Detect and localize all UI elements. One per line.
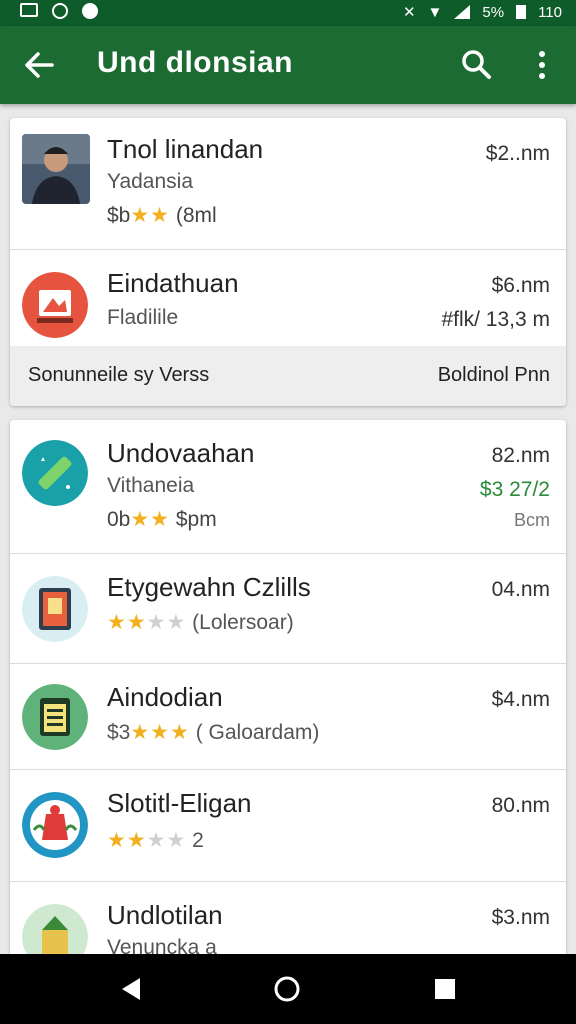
item-name: Undovaahan — [107, 438, 255, 468]
app-logo-icon — [22, 576, 88, 642]
star-rating-icon: ★★★★ — [107, 611, 187, 634]
back-nav-icon[interactable] — [116, 974, 146, 1004]
list-item[interactable]: Aindodian $3★★★ ( Galoardam) $4.nm — [10, 664, 566, 770]
results-list-card: Undovaahan Vithaneia 0b★★ $pm 82.nm $3 2… — [10, 420, 566, 954]
wifi-icon: ▼ — [427, 3, 443, 21]
app-bar: Und dlonsian — [0, 26, 576, 104]
list-item[interactable]: Undlotilan Venuncka a $3.nm — [10, 882, 566, 954]
list-item[interactable]: Eindathuan Fladilile $6.nm #flk/ 13,3 m — [10, 250, 566, 346]
item-rating: ★★★★ 2 — [107, 829, 204, 852]
list-item[interactable]: Slotitl-Eligan ★★★★ 2 80.nm — [10, 770, 566, 882]
item-rating: 0b★★ $pm — [107, 508, 217, 531]
status-time: 110 — [538, 3, 562, 21]
status-bar: ✕ ▼ 5% 110 — [0, 0, 576, 26]
item-name: Slotitl-Eligan — [107, 788, 252, 818]
item-rating: $b★★ (8ml — [107, 204, 217, 227]
item-price: $6.nm — [491, 274, 550, 297]
item-name: Aindodian — [107, 682, 223, 712]
sponsor-bar[interactable]: Sonunneile sy Verss Boldinol Pnn — [10, 346, 566, 406]
notification-icon — [52, 3, 68, 19]
page-title: Und dlonsian — [97, 46, 293, 79]
star-rating-icon: ★★ — [130, 204, 171, 227]
star-rating-icon: ★★★ — [130, 721, 190, 744]
back-arrow-icon[interactable] — [22, 48, 56, 82]
item-price: $4.nm — [491, 688, 550, 711]
item-subtitle: Yadansia — [107, 170, 194, 193]
item-subtitle: Vithaneia — [107, 474, 195, 497]
item-price: $3.nm — [491, 906, 550, 929]
item-price-detail: #flk/ 13,3 m — [441, 308, 550, 331]
list-item[interactable]: Undovaahan Vithaneia 0b★★ $pm 82.nm $3 2… — [10, 420, 566, 554]
app-logo-icon — [22, 904, 88, 954]
item-price: 04.nm — [491, 578, 550, 601]
status-icons-left — [20, 3, 98, 19]
item-price: $2..nm — [485, 142, 550, 165]
profile-photo — [22, 134, 90, 204]
item-rating: $3★★★ ( Galoardam) — [107, 721, 320, 744]
app-logo-icon — [22, 792, 88, 858]
item-name: Tnol linandan — [107, 134, 264, 164]
item-name: Eindathuan — [107, 268, 239, 298]
battery-icon — [516, 5, 527, 19]
list-item[interactable]: Etygewahn Czlills ★★★★ (Lolersoar) 04.nm — [10, 554, 566, 664]
gallery-icon — [20, 3, 38, 17]
featured-card: Tnol linandan Yadansia $b★★ (8ml $2..nm … — [10, 118, 566, 406]
sponsor-label: Sonunneile sy Verss — [28, 364, 210, 386]
battery-percent: 5% — [482, 3, 505, 21]
mute-icon: ✕ — [402, 4, 416, 21]
app-logo-icon — [22, 440, 88, 506]
item-price: 80.nm — [491, 794, 550, 817]
app-logo-icon — [22, 272, 88, 338]
item-price-discount: $3 27/2 — [479, 478, 550, 501]
item-price-note: Bcm — [514, 510, 550, 530]
more-options-icon[interactable] — [528, 48, 556, 82]
item-price: 82.nm — [491, 444, 550, 467]
system-nav-bar — [0, 954, 576, 1024]
item-subtitle: Venuncka a — [107, 936, 217, 954]
status-icons-right: ✕ ▼ 5% 110 — [402, 3, 562, 22]
signal-icon — [454, 5, 471, 19]
compass-icon — [82, 3, 98, 19]
list-item[interactable]: Tnol linandan Yadansia $b★★ (8ml $2..nm — [10, 118, 566, 250]
star-rating-icon: ★★★★ — [107, 829, 187, 852]
item-name: Etygewahn Czlills — [107, 572, 311, 602]
item-name: Undlotilan — [107, 900, 223, 930]
item-subtitle: Fladilile — [107, 306, 179, 329]
search-icon[interactable] — [460, 48, 492, 80]
home-nav-icon[interactable] — [272, 974, 302, 1004]
app-logo-icon — [22, 684, 88, 750]
sponsor-action[interactable]: Boldinol Pnn — [438, 364, 550, 387]
recents-nav-icon[interactable] — [430, 974, 460, 1004]
item-rating: ★★★★ (Lolersoar) — [107, 611, 294, 634]
star-rating-icon: ★★ — [130, 508, 171, 531]
